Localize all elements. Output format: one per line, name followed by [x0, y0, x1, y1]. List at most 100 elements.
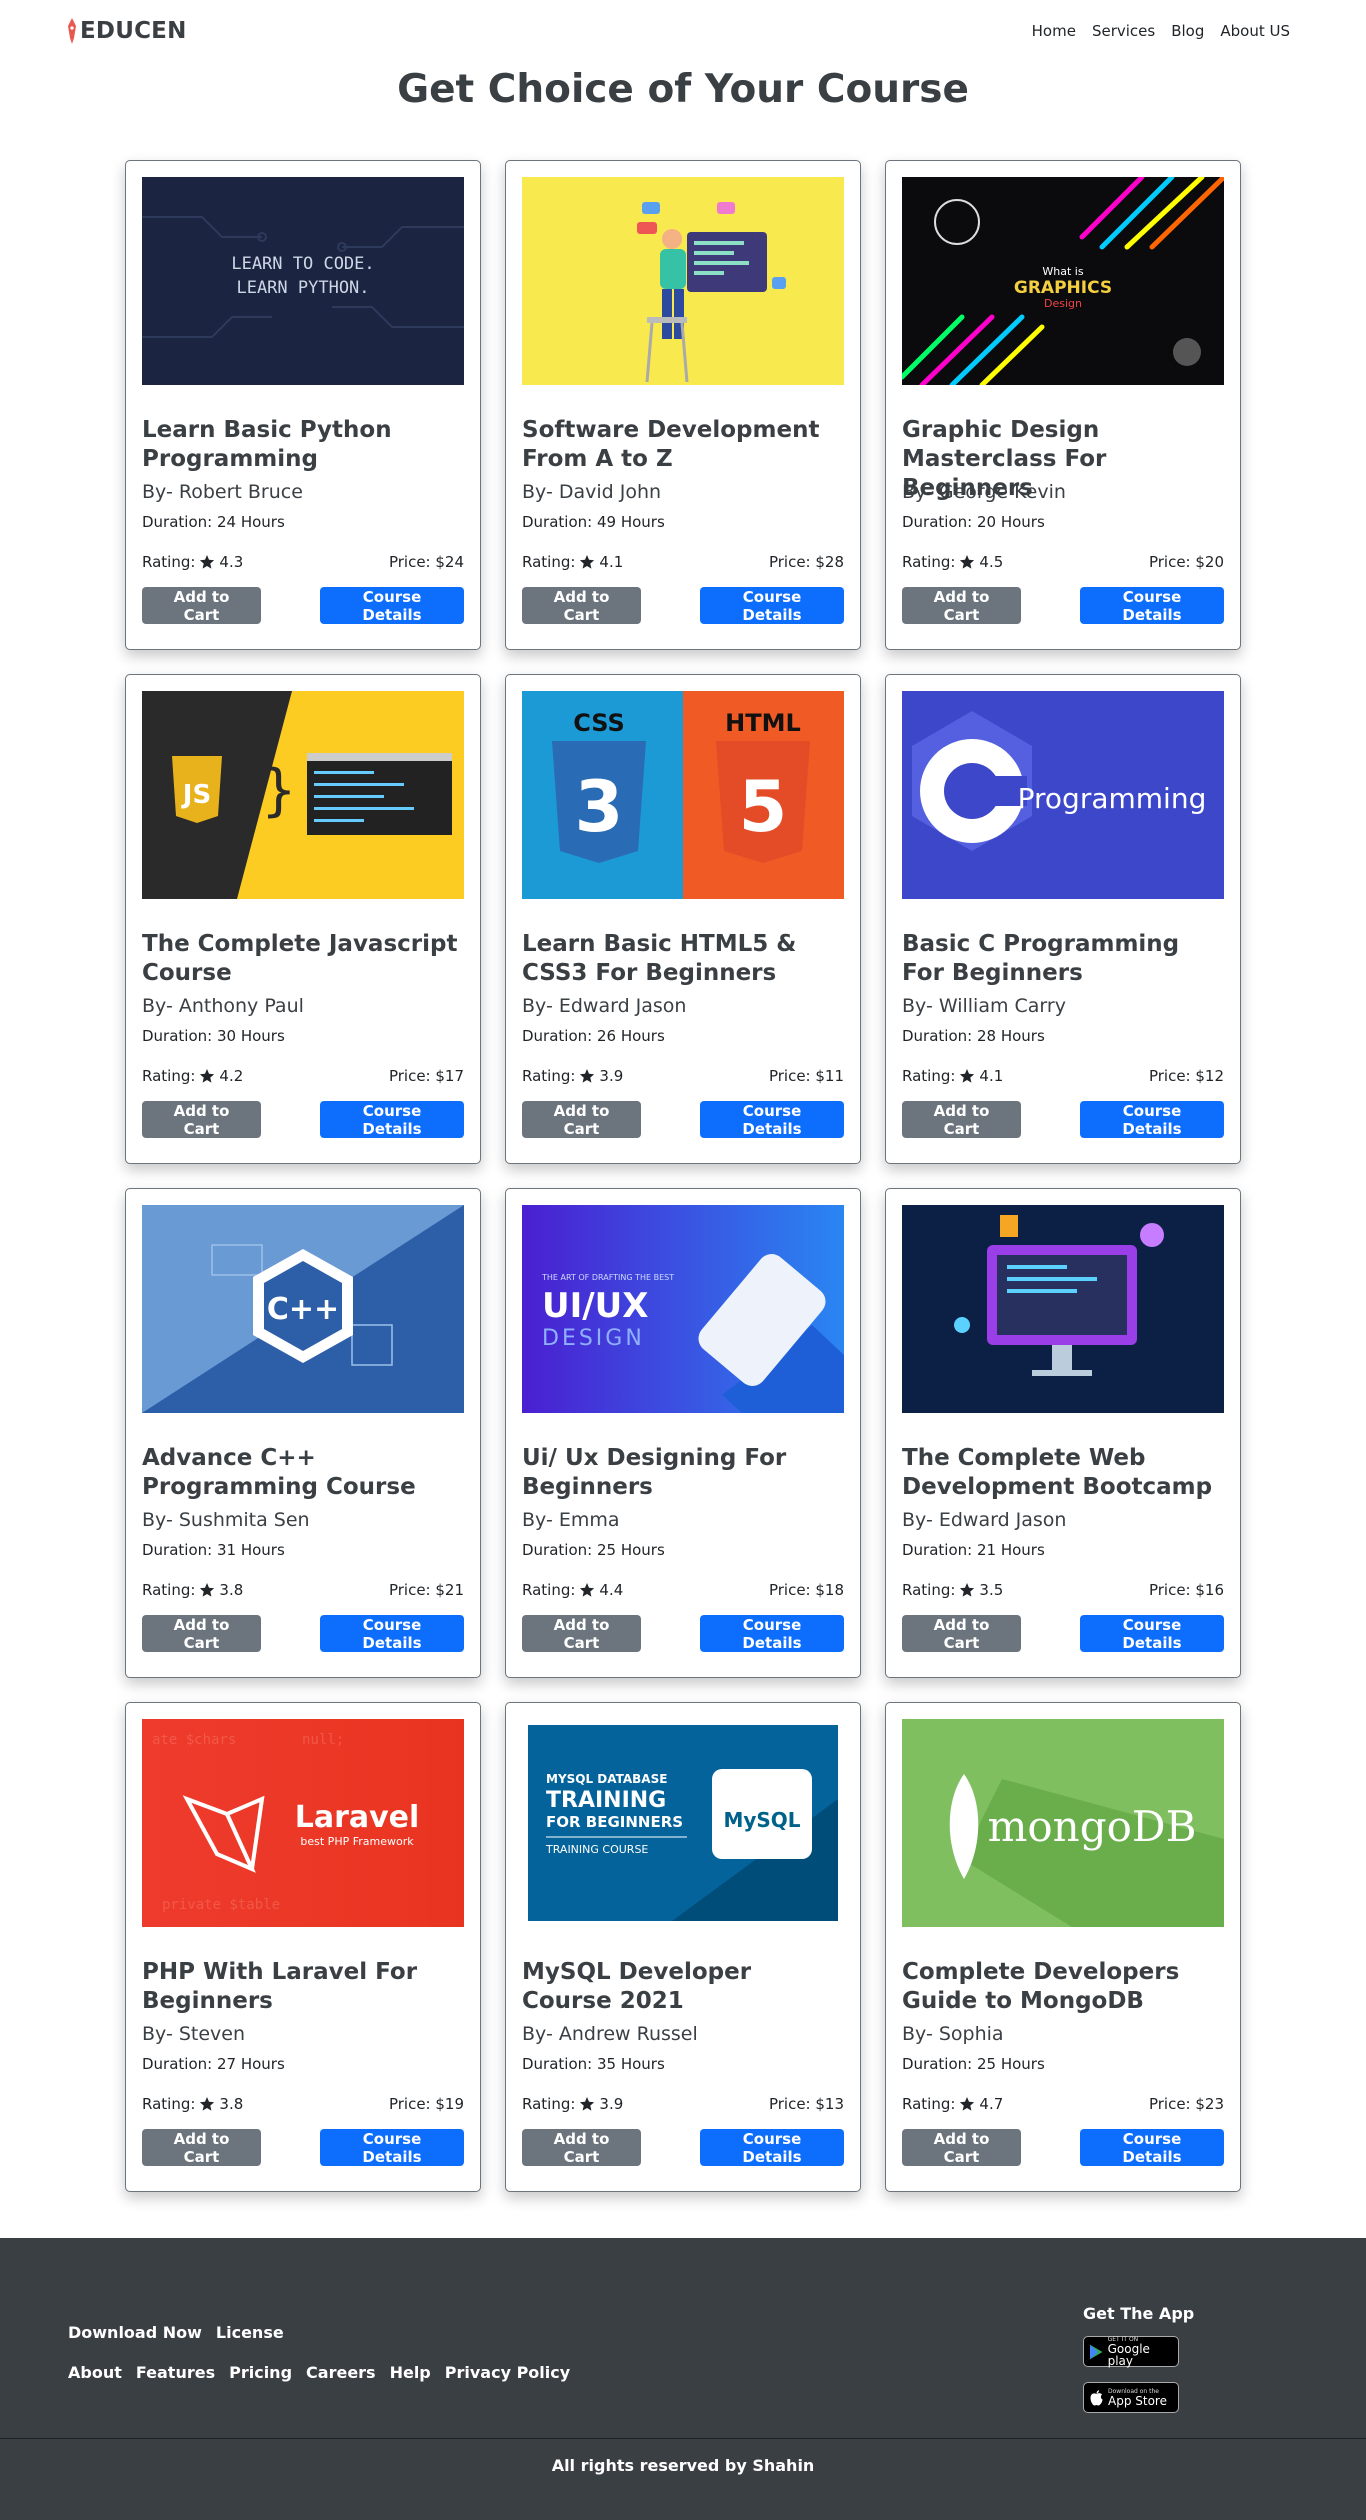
course-title: Graphic Design Masterclass For Beginners: [902, 417, 1107, 501]
course-details-button[interactable]: Course Details: [320, 587, 464, 624]
svg-text:best PHP Framework: best PHP Framework: [300, 1835, 414, 1848]
course-thumbnail: ate $chars null; private $table Laravel be…: [142, 1719, 464, 1927]
course-rating: Rating: 4.7: [902, 2095, 1003, 2113]
course-details-button[interactable]: Course Details: [1080, 1101, 1224, 1138]
footer-link-license[interactable]: License: [216, 2323, 284, 2342]
footer-link-about[interactable]: About: [68, 2363, 122, 2382]
star-icon: [960, 2097, 975, 2111]
course-title: Learn Basic Python Programming: [142, 417, 392, 472]
footer-link-download[interactable]: Download Now: [68, 2323, 202, 2342]
footer-link-careers[interactable]: Careers: [306, 2363, 376, 2382]
course-author: By- Edward Jason: [522, 995, 687, 1017]
svg-text:THE ART OF DRAFTING THE BEST: THE ART OF DRAFTING THE BEST: [541, 1273, 674, 1282]
add-to-cart-button[interactable]: Add to Cart: [522, 1101, 641, 1138]
rating-value: 3.8: [219, 1581, 244, 1599]
svg-text:GRAPHICS: GRAPHICS: [1014, 278, 1112, 298]
star-icon: [960, 1069, 975, 1083]
course-rating: Rating: 3.5: [902, 1581, 1003, 1599]
course-details-button[interactable]: Course Details: [700, 1101, 844, 1138]
footer-link-help[interactable]: Help: [390, 2363, 431, 2382]
course-rating: Rating: 4.1: [902, 1067, 1003, 1085]
add-to-cart-button[interactable]: Add to Cart: [902, 2129, 1021, 2166]
course-details-button[interactable]: Course Details: [700, 2129, 844, 2166]
footer-link-features[interactable]: Features: [136, 2363, 215, 2382]
course-card: MYSQL DATABASE TRAINING FOR BEGINNERS TR…: [505, 1702, 861, 2192]
course-thumbnail: THE ART OF DRAFTING THE BEST UI/UX DESIG…: [522, 1205, 844, 1413]
google-play-big: Google play: [1107, 2341, 1150, 2368]
nav-link-blog[interactable]: Blog: [1163, 22, 1212, 40]
add-to-cart-button[interactable]: Add to Cart: [522, 1615, 641, 1652]
card-actions: Add to Cart Course Details: [902, 1101, 1224, 1138]
course-thumbnail: CSS 3 HTML 5: [522, 691, 844, 899]
nav-link-services[interactable]: Services: [1084, 22, 1163, 40]
course-details-button[interactable]: Course Details: [1080, 587, 1224, 624]
svg-text:Design: Design: [1044, 297, 1082, 310]
course-rating: Rating: 3.9: [522, 1067, 623, 1085]
course-price: Price: $17: [388, 1067, 464, 1085]
course-rating: Rating: 3.8: [142, 1581, 243, 1599]
rating-label: Rating:: [522, 1067, 576, 1085]
course-details-button[interactable]: Course Details: [1080, 2129, 1224, 2166]
brand-logo[interactable]: EDUCEN: [66, 18, 187, 44]
svg-text:private $table: private $table: [162, 1897, 280, 1913]
course-card: CSS 3 HTML 5 Learn Basic HTML5 & CSS3 Fo…: [505, 674, 861, 1164]
course-rating: Rating: 3.9: [522, 2095, 623, 2113]
card-actions: Add to Cart Course Details: [902, 587, 1224, 624]
add-to-cart-button[interactable]: Add to Cart: [902, 1615, 1021, 1652]
rating-price-row: Rating: 4.3 Price: $24: [142, 553, 464, 571]
course-author: By- Robert Bruce: [142, 481, 303, 503]
course-rating: Rating: 4.5: [902, 553, 1003, 571]
svg-text:MYSQL DATABASE: MYSQL DATABASE: [546, 1772, 667, 1786]
svg-text:CSS: CSS: [573, 709, 625, 737]
rating-price-row: Rating: 4.1 Price: $12: [902, 1067, 1224, 1085]
svg-text:mongoDB: mongoDB: [988, 1802, 1197, 1851]
rating-value: 4.3: [219, 553, 244, 571]
card-actions: Add to Cart Course Details: [902, 1615, 1224, 1652]
course-details-button[interactable]: Course Details: [320, 2129, 464, 2166]
svg-text:TRAINING: TRAINING: [546, 1788, 666, 1813]
rating-label: Rating:: [142, 1067, 196, 1085]
course-card: THE ART OF DRAFTING THE BEST UI/UX DESIG…: [505, 1188, 861, 1678]
add-to-cart-button[interactable]: Add to Cart: [522, 2129, 641, 2166]
course-card: mongoDB Complete Developers Guide to Mon…: [885, 1702, 1241, 2192]
course-duration: Duration: 21 Hours: [902, 1541, 1045, 1559]
google-play-badge[interactable]: GET IT ON Google play: [1083, 2336, 1179, 2367]
course-details-button[interactable]: Course Details: [1080, 1615, 1224, 1652]
course-details-button[interactable]: Course Details: [320, 1101, 464, 1138]
add-to-cart-button[interactable]: Add to Cart: [902, 1101, 1021, 1138]
course-details-button[interactable]: Course Details: [700, 587, 844, 624]
add-to-cart-button[interactable]: Add to Cart: [142, 587, 261, 624]
course-grid: LEARN TO CODE. LEARN PYTHON. Learn Basic…: [125, 160, 1242, 2192]
nav-link-about[interactable]: About US: [1212, 22, 1298, 40]
course-details-button[interactable]: Course Details: [700, 1615, 844, 1652]
course-details-button[interactable]: Course Details: [320, 1615, 464, 1652]
rating-label: Rating:: [902, 553, 956, 571]
add-to-cart-button[interactable]: Add to Cart: [522, 587, 641, 624]
course-price: Price: $28: [768, 553, 844, 571]
nav-link-home[interactable]: Home: [1024, 22, 1084, 40]
footer-link-privacy[interactable]: Privacy Policy: [445, 2363, 570, 2382]
course-author: By- Emma: [522, 1509, 620, 1531]
app-store-badge[interactable]: Download on the App Store: [1083, 2382, 1179, 2413]
add-to-cart-button[interactable]: Add to Cart: [902, 587, 1021, 624]
rating-label: Rating:: [902, 2095, 956, 2113]
add-to-cart-button[interactable]: Add to Cart: [142, 1101, 261, 1138]
add-to-cart-button[interactable]: Add to Cart: [142, 1615, 261, 1652]
course-duration: Duration: 27 Hours: [142, 2055, 285, 2073]
course-thumbnail: LEARN TO CODE. LEARN PYTHON.: [142, 177, 464, 385]
rating-price-row: Rating: 4.1 Price: $28: [522, 553, 844, 571]
card-actions: Add to Cart Course Details: [142, 1101, 464, 1138]
star-icon: [200, 555, 215, 569]
course-author: By- William Carry: [902, 995, 1066, 1017]
rating-price-row: Rating: 4.4 Price: $18: [522, 1581, 844, 1599]
star-icon: [580, 1069, 595, 1083]
rating-price-row: Rating: 3.9 Price: $13: [522, 2095, 844, 2113]
rating-value: 4.1: [979, 1067, 1004, 1085]
course-title: Basic C Programming For Beginners: [902, 931, 1180, 986]
nav-links: Home Services Blog About US: [1024, 22, 1298, 40]
svg-text:JS: JS: [181, 780, 211, 810]
add-to-cart-button[interactable]: Add to Cart: [142, 2129, 261, 2166]
rating-price-row: Rating: 3.8 Price: $21: [142, 1581, 464, 1599]
footer-link-pricing[interactable]: Pricing: [229, 2363, 292, 2382]
course-duration: Duration: 49 Hours: [522, 513, 665, 531]
